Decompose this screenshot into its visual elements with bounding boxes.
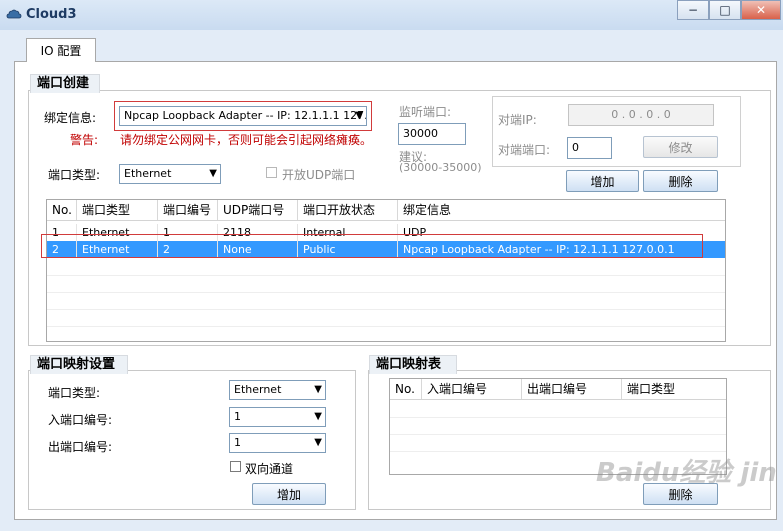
out-port-select[interactable]: 1 ▼ [229, 433, 326, 453]
grid-line [47, 292, 725, 293]
column-header[interactable]: UDP端口号 [218, 200, 298, 220]
window-title: Cloud3 [26, 7, 77, 22]
cloud-app-icon [6, 9, 22, 19]
column-header[interactable]: No. [47, 200, 77, 220]
grid-line [390, 434, 726, 435]
peer-port-input[interactable]: 0 [567, 137, 612, 159]
tab-label: IO 配置 [40, 44, 82, 58]
bidirectional-label: 双向通道 [245, 462, 294, 476]
bidirectional-checkbox[interactable] [230, 461, 241, 472]
maximize-button[interactable]: □ [709, 0, 741, 20]
warning-label: 警告: [70, 133, 99, 147]
bind-select[interactable]: Npcap Loopback Adapter -- IP: 12.1.1.1 1… [119, 106, 367, 126]
port-type-label: 端口类型: [48, 168, 101, 182]
in-port-value: 1 [234, 410, 241, 423]
grid-line [390, 417, 726, 418]
map-port-type-select[interactable]: Ethernet ▼ [229, 380, 326, 400]
add-port-button[interactable]: 增加 [566, 170, 639, 192]
column-header[interactable]: 入端口编号 [422, 379, 522, 399]
port-mapping-title: 端口映射设置 [30, 355, 128, 374]
modify-button[interactable]: 修改 [643, 136, 718, 158]
peer-port-label: 对端端口: [498, 143, 551, 157]
udp-open-checkbox[interactable] [266, 167, 277, 178]
warning-text: 请勿绑定公网网卡，否则可能会引起网络瘫痪。 [120, 133, 373, 147]
column-header[interactable]: 端口开放状态 [298, 200, 398, 220]
listen-port-input[interactable]: 30000 [398, 123, 466, 145]
grid-line [47, 309, 725, 310]
grid-line [47, 326, 725, 327]
title-bar [0, 0, 783, 30]
column-header[interactable]: 端口类型 [622, 379, 726, 399]
port-type-value: Ethernet [124, 167, 172, 180]
column-header[interactable]: 端口类型 [77, 200, 158, 220]
grid-line [47, 275, 725, 276]
delete-port-button[interactable]: 删除 [643, 170, 718, 192]
port-table: No. 端口类型 端口编号 UDP端口号 端口开放状态 绑定信息 1 Ether… [46, 199, 726, 342]
udp-open-label: 开放UDP端口 [282, 168, 356, 182]
chevron-down-icon: ▼ [355, 110, 363, 121]
listen-port-label: 监听端口: [399, 105, 452, 119]
in-port-label: 入端口编号: [48, 413, 113, 427]
column-header[interactable]: 绑定信息 [398, 200, 725, 220]
maximize-icon: □ [719, 3, 731, 17]
close-button[interactable]: ✕ [741, 0, 781, 20]
out-port-value: 1 [234, 436, 241, 449]
column-header[interactable]: 出端口编号 [522, 379, 622, 399]
port-create-title: 端口创建 [30, 74, 100, 93]
peer-ip-input[interactable]: 0 . 0 . 0 . 0 [568, 104, 714, 126]
map-port-type-value: Ethernet [234, 383, 282, 396]
map-port-type-label: 端口类型: [48, 386, 101, 400]
peer-ip-label: 对端IP: [498, 113, 537, 127]
chevron-down-icon: ▼ [314, 437, 322, 448]
row-highlight-box [41, 234, 703, 258]
minimize-button[interactable]: − [677, 0, 709, 20]
add-mapping-button[interactable]: 增加 [252, 483, 326, 505]
column-header[interactable]: No. [390, 379, 422, 399]
close-icon: ✕ [755, 3, 767, 17]
mapping-table-header: No. 入端口编号 出端口编号 端口类型 [390, 379, 726, 400]
watermark: Baidu经验 jingyan.baidu.com [596, 458, 776, 488]
tab-io-config[interactable]: IO 配置 [26, 38, 96, 62]
suggest-range: (30000-35000) [399, 161, 482, 174]
bind-select-value: Npcap Loopback Adapter -- IP: 12.1.1.1 1… [124, 109, 367, 122]
chevron-down-icon: ▼ [209, 168, 217, 179]
port-table-header: No. 端口类型 端口编号 UDP端口号 端口开放状态 绑定信息 [47, 200, 725, 221]
mapping-table-title: 端口映射表 [369, 355, 457, 374]
column-header[interactable]: 端口编号 [158, 200, 218, 220]
port-type-select[interactable]: Ethernet ▼ [119, 164, 221, 184]
in-port-select[interactable]: 1 ▼ [229, 407, 326, 427]
out-port-label: 出端口编号: [48, 440, 113, 454]
bind-label: 绑定信息: [44, 111, 97, 125]
chevron-down-icon: ▼ [314, 384, 322, 395]
minimize-icon: − [687, 3, 699, 17]
chevron-down-icon: ▼ [314, 411, 322, 422]
